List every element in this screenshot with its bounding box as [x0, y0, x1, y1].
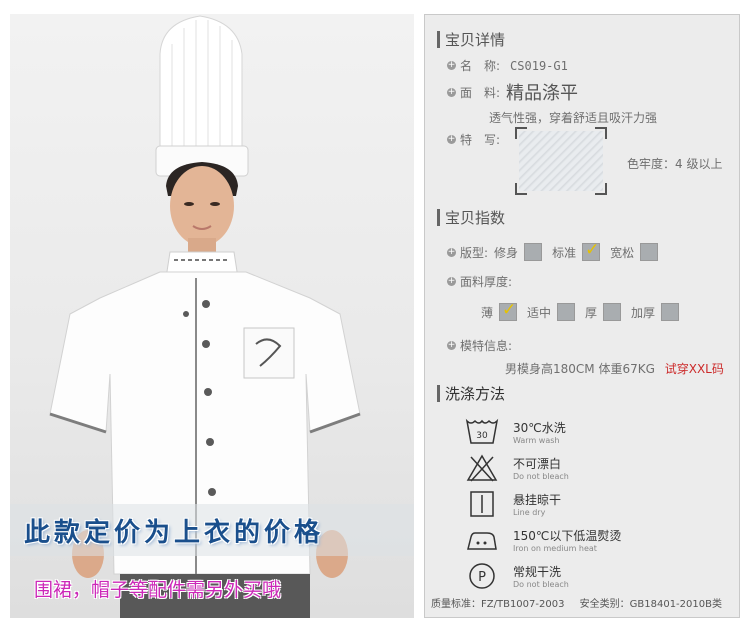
accessory-note-text: 围裙，帽子等配件需另外买哦: [34, 579, 282, 601]
wash-item: P 常规干洗 Do not bleach: [465, 561, 569, 591]
fit-option-checkbox[interactable]: ✓: [582, 240, 601, 261]
wash-item: 150℃以下低温熨烫 Iron on medium heat: [465, 525, 621, 555]
colorfastness-text: 色牢度：4 级以上: [627, 157, 723, 171]
closeup-row: + 特 写:: [447, 131, 500, 148]
no-bleach-icon: [466, 454, 498, 482]
thickness-option-checkbox[interactable]: [661, 303, 680, 321]
plus-bullet-icon: +: [447, 276, 456, 286]
plus-bullet-icon: +: [447, 246, 456, 257]
footer-standards: 质量标准：FZ/TB1007-2003 安全类别：GB18401-2010B类: [431, 595, 722, 610]
wash-item: 不可漂白 Do not bleach: [465, 453, 569, 483]
thickness-label-row: + 面料厚度:: [447, 273, 512, 290]
model-label-row: + 模特信息:: [447, 337, 512, 354]
fit-option-checkbox[interactable]: [524, 243, 543, 261]
quality-standard-text: 质量标准：FZ/TB1007-2003: [431, 599, 565, 610]
thickness-option-label: 薄: [481, 305, 494, 320]
wash-item-en: Line dry: [513, 508, 546, 517]
wash-item-en: Iron on medium heat: [513, 544, 597, 553]
plus-bullet-icon: +: [447, 134, 456, 144]
wash-item-label: 150℃以下低温熨烫: [513, 529, 622, 543]
wash-item: 悬挂晾干 Line dry: [465, 489, 561, 519]
line-dry-icon: [470, 491, 494, 517]
name-value: CS019-G1: [510, 58, 568, 73]
wash-30-icon: 30: [465, 418, 499, 444]
svg-text:P: P: [478, 570, 486, 585]
wash-item-label: 30℃水洗: [513, 421, 566, 435]
fit-option-label: 宽松: [610, 245, 635, 260]
fit-option-checkbox[interactable]: [640, 243, 659, 261]
safety-category-text: 安全类别：GB18401-2010B类: [579, 599, 722, 610]
thickness-label: 面料厚度:: [460, 275, 513, 289]
checkmark-icon: ✓: [502, 300, 517, 320]
model-info-text: 男模身高180CM 体重67KG: [505, 362, 655, 376]
name-label: 名 称:: [460, 59, 501, 73]
thickness-option-checkbox[interactable]: ✓: [499, 300, 518, 321]
plus-bullet-icon: +: [447, 60, 456, 70]
thickness-option-label: 加厚: [631, 305, 656, 320]
model-size-text: 试穿XXL码: [664, 362, 724, 376]
price-note-banner: 此款定价为上衣的价格: [10, 504, 414, 556]
wash-item: 30 30℃水洗 Warm wash: [465, 417, 566, 447]
fabric-description: 透气性强，穿着舒适且吸汗力强: [489, 111, 658, 125]
plus-bullet-icon: +: [447, 86, 456, 97]
wash-temp-text: 30: [476, 431, 488, 441]
details-section-title: 宝贝详情: [437, 29, 505, 50]
checkmark-icon: ✓: [585, 240, 600, 260]
fabric-value: 精品涤平: [506, 83, 579, 104]
dry-clean-icon: P: [469, 563, 495, 589]
fit-label: 版型:: [460, 245, 489, 260]
plus-bullet-icon: +: [447, 340, 456, 350]
model-info-row: 男模身高180CM 体重67KG 试穿XXL码: [505, 360, 724, 377]
fabric-row: + 面 料: 精品涤平: [447, 79, 578, 105]
fit-option-label: 标准: [552, 245, 577, 260]
fit-option-label: 修身: [494, 245, 519, 260]
washing-section-title: 洗涤方法: [437, 383, 505, 404]
price-note-text: 此款定价为上衣的价格: [24, 518, 325, 548]
thickness-option-checkbox[interactable]: [557, 303, 576, 321]
wash-item-en: Do not bleach: [513, 472, 569, 481]
wash-item-label: 不可漂白: [513, 457, 562, 471]
thickness-option-label: 适中: [527, 305, 552, 320]
product-photo: 此款定价为上衣的价格 围裙，帽子等配件需另外买哦: [10, 14, 414, 618]
thickness-option-label: 厚: [585, 305, 598, 320]
closeup-label: 特 写:: [460, 133, 501, 147]
fit-row: + 版型: 修身 标准 ✓ 宽松: [447, 240, 668, 261]
wash-item-en: Do not bleach: [513, 580, 569, 589]
wash-item-label: 悬挂晾干: [513, 493, 562, 507]
thickness-row: 薄 ✓ 适中 厚 加厚: [481, 300, 689, 321]
fabric-closeup-swatch: [515, 127, 607, 195]
wash-item-en: Warm wash: [513, 436, 560, 445]
fabric-label: 面 料:: [460, 85, 501, 100]
wash-item-label: 常规干洗: [513, 565, 562, 579]
iron-medium-icon: [467, 532, 497, 550]
index-section-title: 宝贝指数: [437, 207, 505, 228]
product-info-panel: 宝贝详情 + 名 称: CS019-G1 + 面 料: 精品涤平 透气性强，穿着…: [424, 14, 740, 618]
name-row: + 名 称: CS019-G1: [447, 57, 568, 74]
thickness-option-checkbox[interactable]: [603, 303, 622, 321]
model-label: 模特信息:: [460, 339, 513, 353]
